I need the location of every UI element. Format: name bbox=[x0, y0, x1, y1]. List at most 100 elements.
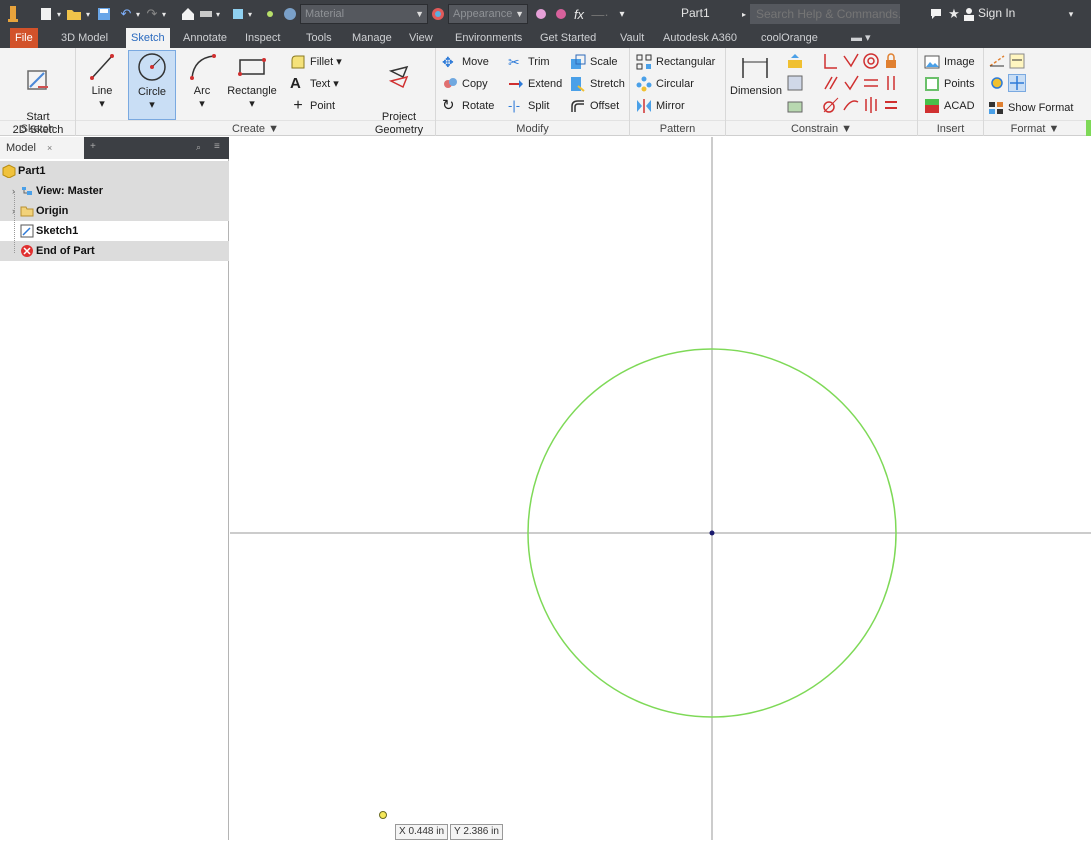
open-file-icon[interactable] bbox=[66, 5, 82, 23]
show-format-button[interactable]: Show Format bbox=[988, 98, 1073, 118]
new-dropdown-icon[interactable]: ▾ bbox=[55, 5, 63, 23]
offset-button[interactable]: Offset bbox=[570, 96, 619, 116]
line-button[interactable]: Line ▾ bbox=[82, 50, 122, 111]
clear-appearance-icon[interactable] bbox=[532, 5, 550, 23]
rectangular-pattern-button[interactable]: Rectangular bbox=[636, 52, 715, 72]
qat-extra-icon[interactable]: —· bbox=[588, 5, 612, 23]
search-icon[interactable]: ⌕ bbox=[196, 142, 201, 153]
signin-dropdown-icon[interactable]: ▾ bbox=[1066, 5, 1076, 23]
driven-dimension-icon[interactable] bbox=[1008, 52, 1026, 70]
scale-button[interactable]: Scale bbox=[570, 52, 618, 72]
measure-dropdown-icon[interactable]: ▾ bbox=[214, 5, 222, 23]
center-point-icon[interactable] bbox=[988, 74, 1006, 92]
stretch-button[interactable]: Stretch bbox=[570, 74, 625, 94]
tab-vault[interactable]: Vault bbox=[615, 28, 649, 48]
construction-icon[interactable] bbox=[988, 52, 1006, 70]
copy-button[interactable]: Copy bbox=[442, 74, 488, 94]
move-button[interactable]: ✥ Move bbox=[442, 52, 489, 72]
mirror-button[interactable]: Mirror bbox=[636, 96, 685, 116]
collinear-constraint-icon[interactable] bbox=[842, 52, 860, 70]
rotate-button[interactable]: ↻ Rotate bbox=[442, 96, 494, 116]
customize-qat-icon[interactable]: ▾ bbox=[616, 5, 628, 23]
tree-item-view-master[interactable]: › View: Master bbox=[0, 181, 229, 201]
save-icon[interactable] bbox=[96, 5, 112, 23]
measure-icon[interactable] bbox=[198, 5, 214, 23]
sketch-finish-indicator[interactable] bbox=[1086, 120, 1091, 136]
material-combo[interactable]: Material ▼ bbox=[300, 4, 428, 24]
split-button[interactable]: -|- Split bbox=[508, 96, 549, 116]
tree-item-sketch1[interactable]: Sketch1 bbox=[0, 221, 229, 241]
tab-get-started[interactable]: Get Started bbox=[535, 28, 601, 48]
constraint-settings-icon[interactable] bbox=[786, 96, 804, 114]
smooth-constraint-icon[interactable] bbox=[842, 96, 860, 114]
circle-button[interactable]: Circle ▾ bbox=[128, 50, 176, 120]
redo-icon[interactable]: ↷ bbox=[145, 5, 159, 23]
tab-annotate[interactable]: Annotate bbox=[178, 28, 232, 48]
tree-item-part1[interactable]: Part1 bbox=[0, 161, 229, 181]
redo-dropdown-icon[interactable]: ▾ bbox=[160, 5, 168, 23]
tab-file[interactable]: File bbox=[10, 28, 38, 48]
parallel-constraint-icon[interactable] bbox=[822, 74, 840, 92]
point-button[interactable]: + Point bbox=[290, 96, 335, 116]
center-point[interactable] bbox=[709, 530, 715, 536]
update-dropdown-icon[interactable]: ▾ bbox=[246, 5, 254, 23]
sketch-canvas[interactable] bbox=[230, 137, 1091, 840]
search-input[interactable] bbox=[750, 4, 900, 24]
format-panel-title[interactable]: Format ▼ bbox=[984, 120, 1086, 136]
tree-item-origin[interactable]: › Origin bbox=[0, 201, 229, 221]
trim-button[interactable]: ✂ Trim bbox=[508, 52, 550, 72]
centerline-icon[interactable] bbox=[1008, 74, 1026, 92]
circular-pattern-button[interactable]: Circular bbox=[636, 74, 694, 94]
perpendicular-constraint-icon[interactable] bbox=[842, 74, 860, 92]
image-button[interactable]: Image bbox=[924, 52, 975, 72]
select-icon[interactable] bbox=[262, 5, 278, 23]
ribbon-options-icon[interactable]: ▬ ▾ bbox=[846, 28, 876, 48]
tab-tools[interactable]: Tools bbox=[301, 28, 337, 48]
graphics-window[interactable] bbox=[230, 137, 1091, 840]
adjust-appearance-icon[interactable] bbox=[552, 5, 570, 23]
add-browser-icon[interactable]: + bbox=[90, 141, 96, 152]
tab-environments[interactable]: Environments bbox=[450, 28, 527, 48]
tab-inspect[interactable]: Inspect bbox=[240, 28, 285, 48]
equal-constraint-icon[interactable] bbox=[882, 96, 900, 114]
fix-constraint-icon[interactable] bbox=[882, 52, 900, 70]
communication-icon[interactable] bbox=[928, 5, 944, 23]
home-icon[interactable] bbox=[180, 5, 196, 23]
undo-dropdown-icon[interactable]: ▾ bbox=[134, 5, 142, 23]
open-dropdown-icon[interactable]: ▾ bbox=[84, 5, 92, 23]
tab-3d-model[interactable]: 3D Model bbox=[56, 28, 113, 48]
horizontal-constraint-icon[interactable] bbox=[862, 74, 880, 92]
sign-in-link[interactable]: Sign In bbox=[978, 6, 1015, 20]
create-panel-title[interactable]: Create ▼ bbox=[76, 120, 435, 136]
dimension-button[interactable]: Dimension bbox=[730, 50, 782, 98]
auto-dimension-icon[interactable] bbox=[786, 52, 804, 70]
constrain-panel-title[interactable]: Constrain ▼ bbox=[726, 120, 917, 136]
app-logo-icon[interactable] bbox=[6, 5, 20, 23]
rectangle-button[interactable]: Rectangle ▾ bbox=[224, 50, 280, 111]
vertical-constraint-icon[interactable] bbox=[882, 74, 900, 92]
tab-sketch[interactable]: Sketch bbox=[126, 28, 170, 48]
appearance-icon[interactable] bbox=[430, 5, 446, 23]
undo-icon[interactable]: ↶ bbox=[118, 5, 134, 23]
text-button[interactable]: A Text ▾ bbox=[290, 74, 339, 94]
fillet-button[interactable]: Fillet ▾ bbox=[290, 52, 342, 72]
tangent-constraint-icon[interactable] bbox=[822, 96, 840, 114]
favorites-star-icon[interactable]: ★ bbox=[947, 5, 961, 23]
concentric-constraint-icon[interactable] bbox=[862, 52, 880, 70]
color-icon[interactable] bbox=[282, 5, 298, 23]
points-button[interactable]: Points bbox=[924, 74, 975, 94]
close-icon[interactable]: × bbox=[47, 143, 52, 153]
tab-autodesk-a360[interactable]: Autodesk A360 bbox=[658, 28, 742, 48]
menu-icon[interactable]: ≡ bbox=[214, 141, 220, 152]
new-file-icon[interactable] bbox=[38, 5, 54, 23]
symmetric-constraint-icon[interactable] bbox=[862, 96, 880, 114]
appearance-combo[interactable]: Appearance ▼ bbox=[448, 4, 528, 24]
tab-coolorange[interactable]: coolOrange bbox=[756, 28, 823, 48]
update-icon[interactable] bbox=[230, 5, 246, 23]
coincident-constraint-icon[interactable] bbox=[822, 52, 840, 70]
arc-button[interactable]: Arc ▾ bbox=[182, 50, 222, 111]
acad-button[interactable]: ACAD bbox=[924, 96, 975, 116]
tab-manage[interactable]: Manage bbox=[347, 28, 397, 48]
tab-view[interactable]: View bbox=[404, 28, 438, 48]
parameters-icon[interactable]: fx bbox=[572, 5, 586, 23]
